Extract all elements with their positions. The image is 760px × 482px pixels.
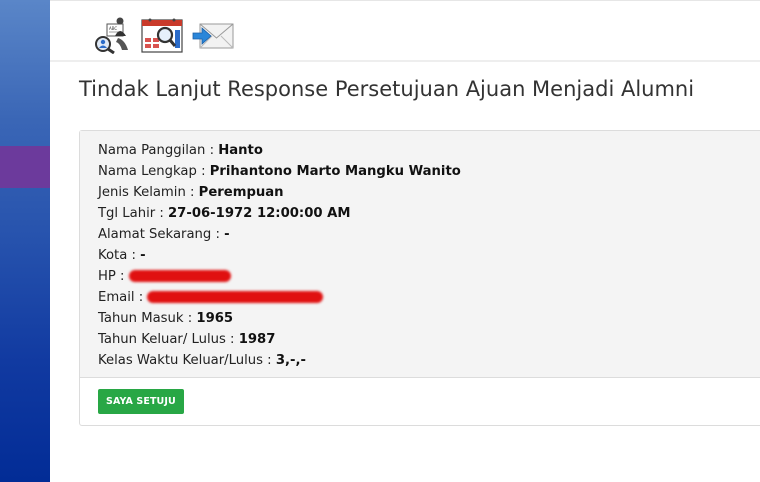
redaction-mark — [147, 291, 324, 303]
detail-kota: Kota : - — [98, 247, 760, 268]
detail-hp: HP : — [98, 268, 760, 289]
calendar-search-icon[interactable] — [140, 16, 186, 54]
alumni-detail-card: Nama Panggilan : Hanto Nama Lengkap : Pr… — [79, 130, 760, 426]
detail-value: Hanto — [218, 143, 263, 158]
detail-jenis-kelamin: Jenis Kelamin : Perempuan — [98, 184, 760, 205]
detail-label: Tahun Masuk : — [98, 311, 193, 326]
alumni-search-icon[interactable]: ABC — [90, 16, 134, 54]
sidebar — [0, 0, 50, 482]
detail-label: Tgl Lahir : — [98, 206, 164, 221]
send-mail-icon[interactable] — [192, 16, 236, 54]
detail-label: Alamat Sekarang : — [98, 227, 220, 242]
approve-button[interactable]: SAYA SETUJU — [98, 389, 184, 414]
detail-alamat: Alamat Sekarang : - — [98, 226, 760, 247]
detail-value: 1987 — [238, 332, 276, 347]
detail-tgl-lahir: Tgl Lahir : 27-06-1972 12:00:00 AM — [98, 205, 760, 226]
detail-label: Nama Lengkap : — [98, 164, 206, 179]
sidebar-item-active[interactable] — [0, 146, 50, 188]
page-title: Tindak Lanjut Response Persetujuan Ajuan… — [79, 77, 695, 101]
redaction-mark — [128, 270, 231, 282]
detail-value: 27-06-1972 12:00:00 AM — [168, 206, 351, 221]
detail-value: - — [140, 248, 146, 263]
detail-tahun-masuk: Tahun Masuk : 1965 — [98, 310, 760, 331]
detail-value: Perempuan — [198, 185, 284, 200]
detail-value: 1965 — [196, 311, 234, 326]
detail-label: Email : — [98, 290, 144, 305]
detail-kelas: Kelas Waktu Keluar/Lulus : 3,-,- — [98, 352, 760, 373]
detail-label: HP : — [98, 269, 125, 284]
detail-value: Prihantono Marto Mangku Wanito — [209, 164, 461, 179]
alumni-detail-body: Nama Panggilan : Hanto Nama Lengkap : Pr… — [80, 131, 760, 378]
detail-email: Email : — [98, 289, 760, 310]
svg-text:ABC: ABC — [109, 26, 117, 31]
detail-label: Jenis Kelamin : — [98, 185, 195, 200]
detail-value: 3,-,- — [275, 353, 306, 368]
detail-value: - — [224, 227, 230, 242]
detail-label: Kota : — [98, 248, 136, 263]
detail-label: Tahun Keluar/ Lulus : — [98, 332, 235, 347]
detail-tahun-keluar: Tahun Keluar/ Lulus : 1987 — [98, 331, 760, 352]
detail-nama-panggilan: Nama Panggilan : Hanto — [98, 142, 760, 163]
detail-nama-lengkap: Nama Lengkap : Prihantono Marto Mangku W… — [98, 163, 760, 184]
detail-label: Nama Panggilan : — [98, 143, 215, 158]
detail-label: Kelas Waktu Keluar/Lulus : — [98, 353, 272, 368]
